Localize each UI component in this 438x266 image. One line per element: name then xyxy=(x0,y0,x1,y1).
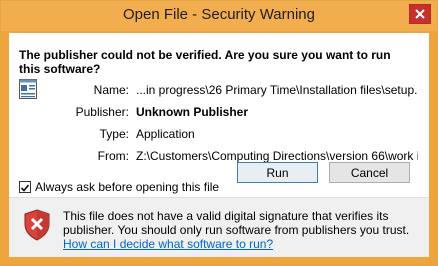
name-value: ...in progress\26 Primary Time\Installat… xyxy=(136,83,418,97)
title-bar[interactable]: Open File - Security Warning xyxy=(1,1,437,31)
close-icon xyxy=(409,4,431,24)
divider xyxy=(9,197,429,198)
run-button[interactable]: Run xyxy=(237,162,318,183)
type-value: Application xyxy=(136,127,195,141)
checkmark-icon xyxy=(20,184,30,192)
warning-text: This file does not have a valid digital … xyxy=(63,209,410,237)
type-label: Type: xyxy=(99,127,129,141)
from-label: From: xyxy=(97,149,129,163)
cancel-button[interactable]: Cancel xyxy=(329,162,410,183)
publisher-value: Unknown Publisher xyxy=(136,105,249,119)
details-panel: The publisher could not be verified. Are… xyxy=(9,33,429,197)
shield-error-icon xyxy=(24,209,50,241)
security-warning-dialog: Open File - Security Warning The publish… xyxy=(0,0,438,266)
question-text: The publisher could not be verified. Are… xyxy=(19,48,391,76)
window-title: Open File - Security Warning xyxy=(122,6,315,23)
from-value: Z:\Customers\Computing Directions\versio… xyxy=(136,149,418,163)
help-link[interactable]: How can I decide what software to run? xyxy=(63,237,273,251)
close-button[interactable] xyxy=(409,4,431,24)
dialog-body: The publisher could not be verified. Are… xyxy=(9,33,429,257)
always-ask-label[interactable]: Always ask before opening this file xyxy=(35,180,219,194)
publisher-label: Publisher: xyxy=(75,105,129,119)
always-ask-checkbox[interactable] xyxy=(19,181,31,193)
application-icon xyxy=(19,79,37,99)
name-label: Name: xyxy=(93,83,129,97)
